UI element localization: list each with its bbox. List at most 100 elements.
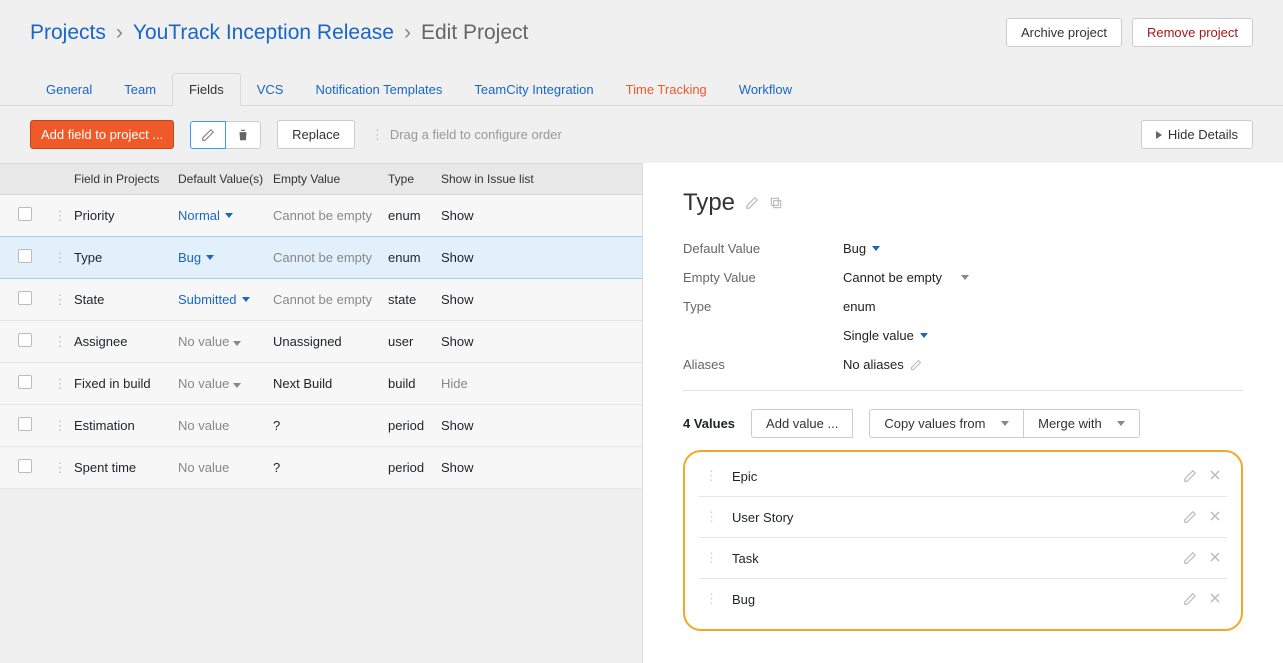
- archive-project-button[interactable]: Archive project: [1006, 18, 1122, 47]
- add-value-button[interactable]: Add value ...: [751, 409, 853, 438]
- pencil-icon[interactable]: [745, 196, 759, 210]
- field-show: Show: [441, 460, 561, 475]
- drag-handle-icon[interactable]: ⋮: [705, 468, 718, 484]
- pencil-icon[interactable]: [1183, 592, 1197, 606]
- tab-vcs[interactable]: VCS: [241, 74, 300, 105]
- edit-icon-button[interactable]: [190, 121, 226, 149]
- value-label: Task: [732, 551, 759, 566]
- field-type: enum: [388, 208, 441, 223]
- field-show: Show: [441, 418, 561, 433]
- column-header-default: Default Value(s): [178, 172, 273, 186]
- values-list-highlight: ⋮Epic⋮User Story⋮Task⋮Bug: [683, 450, 1243, 631]
- field-default[interactable]: No value: [178, 460, 273, 475]
- delete-icon-button[interactable]: [225, 121, 261, 149]
- tab-time-tracking[interactable]: Time Tracking: [610, 74, 723, 105]
- detail-empty-label: Empty Value: [683, 270, 843, 285]
- tab-fields[interactable]: Fields: [172, 73, 241, 106]
- row-checkbox[interactable]: [18, 417, 32, 431]
- field-type: build: [388, 376, 441, 391]
- field-show: Show: [441, 334, 561, 349]
- row-checkbox[interactable]: [18, 207, 32, 221]
- drag-hint: ⋮ Drag a field to configure order: [371, 127, 562, 143]
- breadcrumb-project[interactable]: YouTrack Inception Release: [133, 21, 394, 45]
- detail-single-value[interactable]: Single value: [843, 328, 928, 343]
- field-empty: ?: [273, 460, 388, 475]
- value-row[interactable]: ⋮User Story: [699, 497, 1227, 538]
- field-show: Show: [441, 208, 561, 223]
- field-row[interactable]: ⋮EstimationNo value ?periodShow: [0, 405, 642, 447]
- close-icon[interactable]: [1209, 592, 1221, 606]
- tab-teamcity-integration[interactable]: TeamCity Integration: [458, 74, 609, 105]
- tab-notification-templates[interactable]: Notification Templates: [299, 74, 458, 105]
- detail-empty-value[interactable]: Cannot be empty: [843, 270, 969, 285]
- copy-icon[interactable]: [769, 196, 783, 210]
- field-default[interactable]: Normal: [178, 208, 273, 223]
- values-count-label: 4 Values: [683, 416, 751, 431]
- value-row[interactable]: ⋮ Epic: [699, 456, 1227, 497]
- replace-button[interactable]: Replace: [277, 120, 355, 149]
- field-type: period: [388, 460, 441, 475]
- field-name: Estimation: [70, 418, 178, 433]
- value-label: Epic: [732, 469, 757, 484]
- detail-default-label: Default Value: [683, 241, 843, 256]
- value-row[interactable]: ⋮ Task: [699, 538, 1227, 579]
- field-default[interactable]: Bug: [178, 250, 273, 265]
- field-name: Spent time: [70, 460, 178, 475]
- field-empty: Cannot be empty: [273, 208, 388, 223]
- merge-with-button[interactable]: Merge with: [1023, 409, 1140, 438]
- column-header-show: Show in Issue list: [441, 172, 561, 186]
- field-default[interactable]: No value: [178, 376, 273, 391]
- remove-project-button[interactable]: Remove project: [1132, 18, 1253, 47]
- chevron-right-icon: ›: [404, 21, 411, 45]
- drag-handle-icon[interactable]: ⋮: [705, 509, 718, 525]
- tab-workflow[interactable]: Workflow: [723, 74, 808, 105]
- chevron-right-icon: ›: [116, 21, 123, 45]
- copy-values-button[interactable]: Copy values from: [869, 409, 1024, 438]
- tab-general[interactable]: General: [30, 74, 108, 105]
- drag-handle-icon[interactable]: ⋮: [50, 292, 70, 308]
- tab-team[interactable]: Team: [108, 74, 172, 105]
- row-checkbox[interactable]: [18, 333, 32, 347]
- pencil-icon[interactable]: [1183, 551, 1197, 565]
- row-checkbox[interactable]: [18, 459, 32, 473]
- pencil-icon[interactable]: [1183, 469, 1197, 483]
- pencil-icon[interactable]: [1183, 510, 1197, 524]
- drag-handle-icon[interactable]: ⋮: [50, 418, 70, 434]
- close-icon[interactable]: [1209, 551, 1221, 565]
- row-checkbox[interactable]: [18, 249, 32, 263]
- add-field-button[interactable]: Add field to project ...: [30, 120, 174, 149]
- drag-handle-icon[interactable]: ⋮: [50, 460, 70, 476]
- drag-handle-icon[interactable]: ⋮: [705, 550, 718, 566]
- close-icon[interactable]: [1209, 510, 1221, 524]
- field-row[interactable]: ⋮PriorityNormal Cannot be emptyenumShow: [0, 195, 642, 237]
- drag-handle-icon[interactable]: ⋮: [50, 250, 70, 266]
- field-show: Hide: [441, 376, 561, 391]
- field-name: State: [70, 292, 178, 307]
- field-row[interactable]: ⋮TypeBug Cannot be emptyenumShow: [0, 236, 642, 279]
- field-type: user: [388, 334, 441, 349]
- detail-aliases-value[interactable]: No aliases: [843, 357, 922, 372]
- drag-handle-icon[interactable]: ⋮: [50, 376, 70, 392]
- row-checkbox[interactable]: [18, 291, 32, 305]
- field-type: period: [388, 418, 441, 433]
- field-row[interactable]: ⋮AssigneeNo value UnassigneduserShow: [0, 321, 642, 363]
- field-row[interactable]: ⋮Spent timeNo value ?periodShow: [0, 447, 642, 489]
- field-row[interactable]: ⋮StateSubmitted Cannot be emptystateShow: [0, 279, 642, 321]
- drag-handle-icon[interactable]: ⋮: [705, 591, 718, 607]
- breadcrumb-root[interactable]: Projects: [30, 21, 106, 45]
- field-default[interactable]: No value: [178, 418, 273, 433]
- close-icon[interactable]: [1209, 469, 1221, 483]
- field-default[interactable]: No value: [178, 334, 273, 349]
- field-empty: Cannot be empty: [273, 292, 388, 307]
- drag-handle-icon[interactable]: ⋮: [50, 334, 70, 350]
- field-default[interactable]: Submitted: [178, 292, 273, 307]
- detail-default-value[interactable]: Bug: [843, 241, 880, 256]
- row-checkbox[interactable]: [18, 375, 32, 389]
- breadcrumb: Projects › YouTrack Inception Release › …: [30, 21, 528, 45]
- drag-handle-icon[interactable]: ⋮: [50, 208, 70, 224]
- hide-details-button[interactable]: Hide Details: [1141, 120, 1253, 149]
- column-header-empty: Empty Value: [273, 172, 388, 186]
- value-row[interactable]: ⋮Bug: [699, 579, 1227, 619]
- field-name: Type: [70, 250, 178, 265]
- field-row[interactable]: ⋮Fixed in buildNo value Next BuildbuildH…: [0, 363, 642, 405]
